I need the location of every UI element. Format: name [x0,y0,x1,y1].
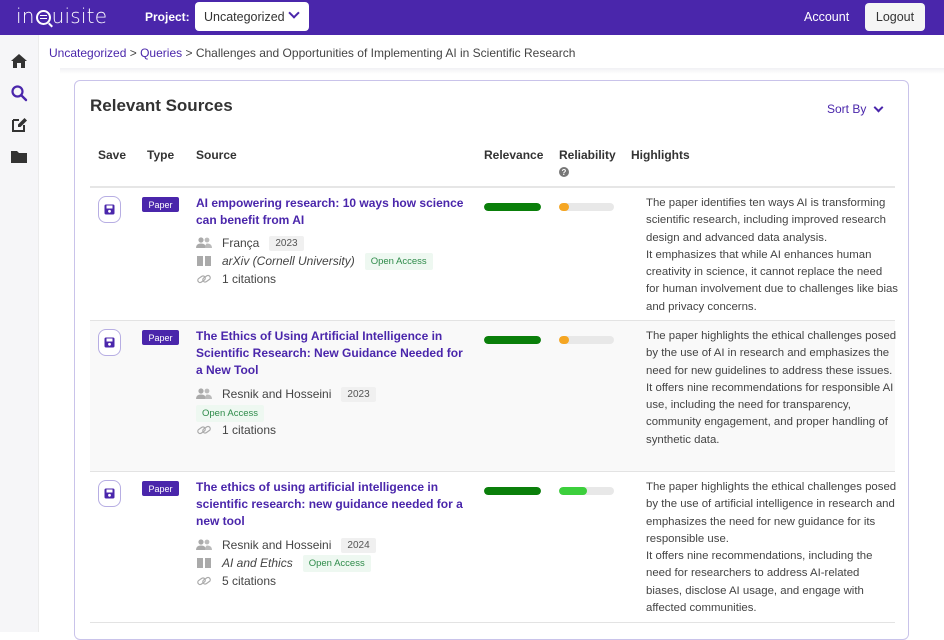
authors: França [222,236,260,250]
column-header-source: Source [196,148,237,162]
relevance-bar [484,203,541,211]
breadcrumb-separator: > [185,46,193,60]
journal-book-icon [197,256,211,266]
citations-line: 1 citations [196,421,276,439]
authors-line: Resnik and Hosseini 2023 [196,385,376,403]
search-icon[interactable] [10,84,28,102]
type-badge: Paper [142,197,179,212]
source-title-link[interactable]: The ethics of using artificial intellige… [196,479,466,530]
project-select-value: Uncategorized [204,9,285,24]
save-button[interactable] [98,329,121,356]
breadcrumb-separator: > [129,46,137,60]
breadcrumb: Uncategorized > Queries > Challenges and… [49,46,575,60]
column-header-highlights: Highlights [631,148,690,162]
save-floppy-icon [104,204,115,215]
save-button[interactable] [98,480,121,507]
year-badge: 2023 [269,235,304,251]
open-access-badge: Open Access [364,252,433,270]
type-badge: Paper [142,330,179,345]
save-floppy-icon [104,488,115,499]
edit-icon[interactable] [10,116,28,134]
citations-count: 1 citations [222,423,277,437]
reliability-bar [559,487,614,495]
relevance-bar [484,487,541,495]
column-header-relevance[interactable]: Relevance [484,148,543,162]
top-nav: in uisite Project: Uncategorized Account … [0,0,944,35]
relevant-sources-card: Relevant Sources Sort By Save Type Sourc… [74,80,909,640]
highlights-text: The paper highlights the ethical challen… [646,330,897,446]
year-badge: 2023 [341,386,376,402]
open-access-badge: Open Access [196,405,264,422]
sidebar [0,35,39,632]
highlights-text: The paper highlights the ethical challen… [646,481,897,615]
relevance-bar [484,336,541,344]
source-title-link[interactable]: The Ethics of Using Artificial Intellige… [196,328,466,379]
highlights-text: The paper identifies ten ways AI is tran… [646,197,898,313]
reliability-bar-fill [559,203,569,211]
citations-count: 5 citations [222,574,277,588]
type-badge: Paper [142,481,179,496]
reliability-bar-fill [559,487,587,495]
save-floppy-icon [104,337,115,348]
journal-line: AI and Ethics Open Access [196,554,371,572]
link-icon [197,425,211,435]
link-icon [197,274,211,284]
project-label: Project: [145,10,190,24]
journal-name: AI and Ethics [222,556,293,570]
authors-icon [196,237,212,248]
authors: Resnik and Hosseini [222,538,332,552]
source-title-link[interactable]: AI empowering research: 10 ways how scie… [196,195,466,229]
project-select[interactable]: Uncategorized [195,2,309,31]
column-header-reliability[interactable]: Reliability [559,148,616,162]
account-link[interactable]: Account [804,10,849,24]
authors-icon [196,539,212,550]
open-access-badge: Open Access [302,554,371,572]
breadcrumb-current: Challenges and Opportunities of Implemen… [195,46,576,60]
authors-line: França 2023 [196,234,304,252]
reliability-bar-fill [559,336,569,344]
source-row: Paper The ethics of using artificial int… [90,472,897,623]
authors: Resnik and Hosseini [222,387,332,401]
breadcrumb-queries[interactable]: Queries [140,46,182,60]
column-header-save: Save [98,148,127,162]
breadcrumb-uncategorized[interactable]: Uncategorized [49,46,126,60]
relevance-bar-fill [484,203,541,211]
home-icon[interactable] [10,52,28,70]
help-icon[interactable]: ? [559,167,569,177]
journal-line: arXiv (Cornell University) Open Access [196,252,433,270]
source-row: Paper The Ethics of Using Artificial Int… [90,321,897,472]
breadcrumb-divider [60,68,944,74]
column-header-type: Type [147,148,175,162]
app-logo[interactable]: in uisite [16,4,107,28]
relevance-bar-fill [484,336,541,344]
relevance-bar-fill [484,487,541,495]
card-title: Relevant Sources [90,96,233,115]
reliability-bar [559,336,614,344]
journal-name: arXiv (Cornell University) [222,254,355,268]
logout-button[interactable]: Logout [865,3,925,31]
chevron-down-icon [873,102,884,112]
year-badge: 2024 [341,537,376,553]
authors-line: Resnik and Hosseini 2024 [196,536,376,554]
citations-line: 1 citations [196,270,276,288]
chevron-down-icon [288,7,300,19]
sort-by-label: Sort By [827,102,867,116]
sort-by-dropdown[interactable]: Sort By [827,102,884,116]
save-button[interactable] [98,196,121,223]
citations-line: 5 citations [196,572,276,590]
folder-icon[interactable] [10,148,28,166]
authors-icon [196,388,212,399]
journal-book-icon [197,558,211,568]
magnifier-q-icon [35,9,51,25]
citations-count: 1 citations [222,272,277,286]
source-row: Paper AI empowering research: 10 ways ho… [90,188,898,321]
reliability-bar [559,203,614,211]
link-icon [197,576,211,586]
